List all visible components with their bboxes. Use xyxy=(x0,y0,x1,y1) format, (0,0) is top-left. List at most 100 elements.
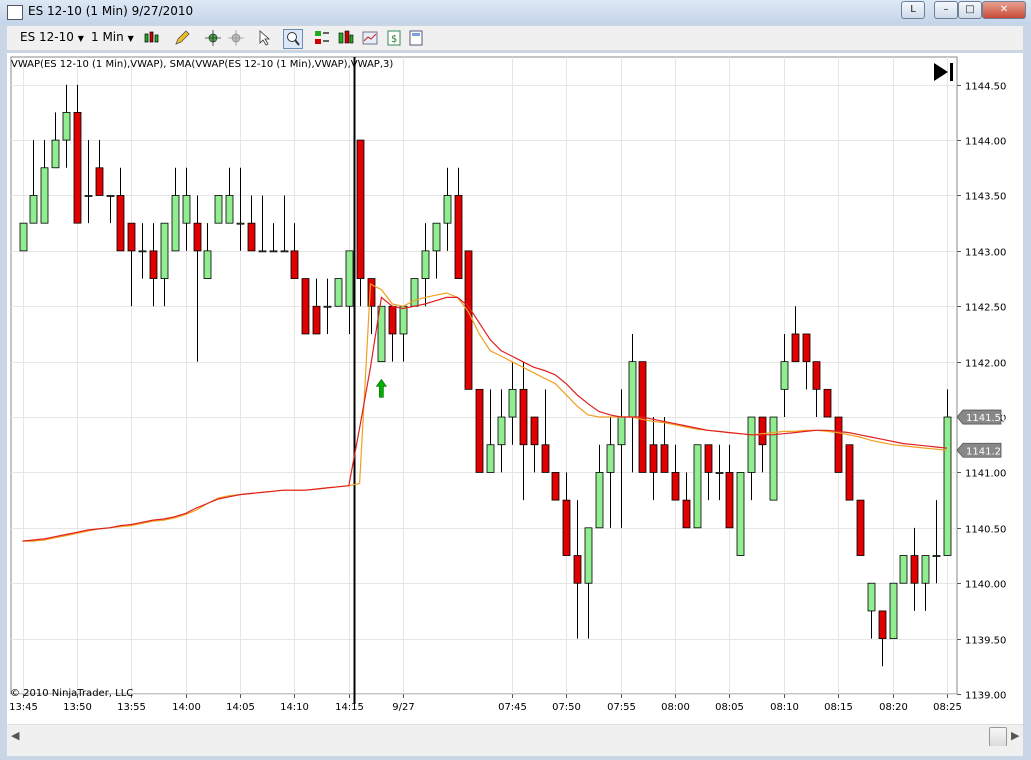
candle-up xyxy=(747,416,756,473)
strategies-icon[interactable] xyxy=(361,29,379,47)
window-title: ES 12-10 (1 Min) 9/27/2010 xyxy=(28,4,194,18)
minimize-button[interactable]: – xyxy=(934,1,958,19)
last-price-marker: 1141.50 xyxy=(956,409,1007,425)
candle-down xyxy=(95,167,104,196)
candle-down xyxy=(388,305,397,335)
candle-down xyxy=(312,305,321,335)
x-tick-label: 13:50 xyxy=(63,702,92,713)
candle-up xyxy=(584,527,593,584)
candle-up xyxy=(203,250,212,279)
candle-down xyxy=(682,499,691,529)
pointer-icon[interactable] xyxy=(257,29,275,47)
scroll-left-icon[interactable]: ◀ xyxy=(11,729,19,742)
y-tick-label: 1144.00 xyxy=(965,137,1006,148)
scroll-thumb[interactable] xyxy=(989,727,1007,747)
x-tick-label: 13:45 xyxy=(9,702,38,713)
candle-up xyxy=(399,305,408,335)
candle-up xyxy=(84,195,93,197)
candle-up xyxy=(225,195,234,224)
link-button[interactable]: L xyxy=(901,1,925,19)
x-tick-label: 14:00 xyxy=(172,702,201,713)
candle-up xyxy=(867,582,876,612)
x-tick-label: 07:45 xyxy=(498,702,527,713)
candle-up xyxy=(171,195,180,252)
y-tick-label: 1140.00 xyxy=(965,580,1006,591)
candle-up xyxy=(715,472,724,474)
candle-down xyxy=(802,333,811,363)
last-price-label: 1141.50 xyxy=(966,413,1007,424)
candle-up xyxy=(421,250,430,279)
candle-down xyxy=(823,388,832,418)
copyright-label: © 2010 NinjaTrader, LLC xyxy=(10,688,133,699)
chart-toolbar: ES 12-10 ▼ 1 Min ▼ $ xyxy=(7,26,1023,51)
y-tick-label: 1144.50 xyxy=(965,82,1006,93)
horizontal-scrollbar[interactable]: ◀ ▶ xyxy=(7,724,1023,747)
candle-down xyxy=(193,222,202,252)
svg-text:$: $ xyxy=(391,34,397,45)
candle-down xyxy=(530,416,539,446)
x-tick-label: 13:55 xyxy=(117,702,146,713)
x-tick-label: 14:15 xyxy=(335,702,364,713)
candle-up xyxy=(29,195,38,224)
candle-up xyxy=(106,195,115,197)
candle-down xyxy=(247,222,256,252)
candle-down xyxy=(73,111,82,224)
candle-down xyxy=(704,444,713,473)
candle-down xyxy=(834,416,843,473)
candle-up xyxy=(889,582,898,640)
candle-up xyxy=(497,416,506,446)
candle-down xyxy=(149,250,158,279)
data-box-icon[interactable] xyxy=(407,29,425,47)
scroll-to-end-bar xyxy=(950,63,953,81)
candlestick-style-icon[interactable] xyxy=(143,29,161,47)
candle-down xyxy=(812,361,821,390)
global-crosshair-icon[interactable] xyxy=(227,29,245,47)
candle-down xyxy=(290,250,299,279)
candle-up xyxy=(628,361,637,418)
candle-down xyxy=(791,333,800,363)
close-button[interactable]: ✕ xyxy=(982,1,1026,19)
drawing-pencil-icon[interactable] xyxy=(173,29,191,47)
x-tick-label: 08:25 xyxy=(933,702,962,713)
price-chart[interactable]: 1139.00 1139.50 1140.00 1140.50 1141.00 1141.… xyxy=(7,53,1023,724)
candle-down xyxy=(660,444,669,473)
candle-down xyxy=(845,444,854,501)
zoom-icon[interactable] xyxy=(283,29,303,49)
order-entry-icon[interactable]: $ xyxy=(385,29,403,47)
maximize-button[interactable]: □ xyxy=(958,1,982,19)
y-tick-label: 1141.00 xyxy=(965,469,1006,480)
candle-up xyxy=(236,222,245,225)
scroll-right-icon[interactable]: ▶ xyxy=(1011,729,1019,742)
properties-icon[interactable] xyxy=(313,29,331,47)
y-tick-label: 1142.00 xyxy=(965,359,1006,370)
candle-down xyxy=(758,416,767,446)
candle-up xyxy=(693,444,702,529)
candle-down xyxy=(519,388,528,446)
candle-down xyxy=(464,250,473,390)
candle-up xyxy=(323,305,332,308)
x-tick-label: 08:05 xyxy=(715,702,744,713)
y-tick-label: 1140.50 xyxy=(965,525,1006,536)
instrument-selector[interactable]: ES 12-10 ▼ xyxy=(20,30,84,44)
candle-down xyxy=(475,388,484,473)
candle-down xyxy=(856,499,865,556)
candle-down xyxy=(127,222,136,252)
y-tick-label: 1143.50 xyxy=(965,192,1006,203)
candle-down xyxy=(910,555,919,584)
candle-up xyxy=(182,195,191,224)
chart-area[interactable]: 1139.00 1139.50 1140.00 1140.50 1141.00 1141.… xyxy=(7,53,1023,754)
candle-down xyxy=(551,472,560,501)
title-bar: ES 12-10 (1 Min) 9/27/2010 L – □ ✕ xyxy=(0,0,1031,24)
y-tick-label: 1139.00 xyxy=(965,691,1006,702)
indicators-icon[interactable] xyxy=(337,29,355,47)
candle-up xyxy=(508,388,517,418)
candle-up xyxy=(486,444,495,473)
crosshair-icon[interactable] xyxy=(204,29,222,47)
candle-up xyxy=(932,555,941,557)
candle-down xyxy=(541,444,550,473)
candle-up xyxy=(334,278,343,307)
candle-up xyxy=(443,195,452,224)
x-tick-label: 9/27 xyxy=(392,702,414,713)
candle-up xyxy=(19,222,28,252)
interval-selector[interactable]: 1 Min ▼ xyxy=(91,30,134,44)
